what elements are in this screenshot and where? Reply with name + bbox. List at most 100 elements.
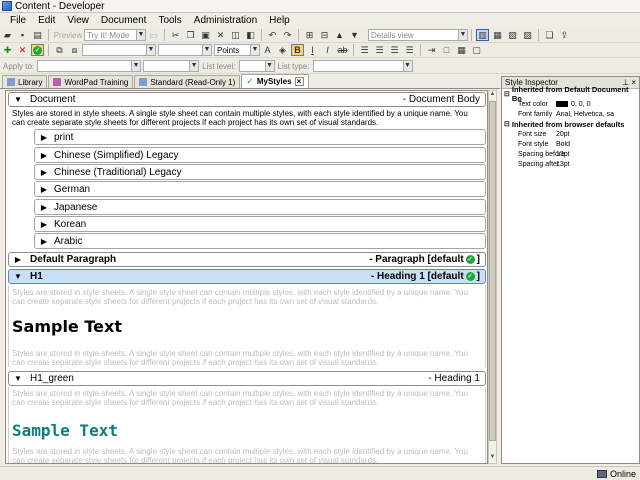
redo-icon[interactable]: ↷ xyxy=(281,29,294,41)
sub-style-name: Korean xyxy=(54,218,87,230)
menu-view[interactable]: View xyxy=(61,15,95,26)
list-level-select[interactable]: ▼ xyxy=(238,60,275,72)
undo-icon[interactable]: ↶ xyxy=(266,29,279,41)
chevron-down-icon: ▼ xyxy=(136,30,145,40)
style-description: Styles are stored in style sheets. A sin… xyxy=(12,109,468,127)
remove-icon[interactable]: ✕ xyxy=(16,44,29,56)
menu-document[interactable]: Document xyxy=(95,15,153,26)
justify-icon[interactable]: ☰ xyxy=(403,44,416,56)
sub-style-row[interactable]: ▶ Chinese (Traditional) Legacy xyxy=(34,164,486,180)
property-name: Text color xyxy=(518,100,548,108)
layout-details-icon[interactable]: ▥ xyxy=(476,29,489,41)
mode-select[interactable]: Try It! Mode ▼ xyxy=(84,29,146,41)
italic-icon[interactable]: I xyxy=(321,44,334,56)
vertical-scrollbar[interactable]: ▲ ▼ xyxy=(488,90,497,464)
chevron-down-icon: ▼ xyxy=(458,30,467,40)
menu-administration[interactable]: Administration xyxy=(188,15,263,26)
expand-arrow-icon[interactable]: ▶ xyxy=(38,203,50,212)
table-icon[interactable]: ▦ xyxy=(455,44,468,56)
units-select[interactable]: Points ▼ xyxy=(214,44,260,56)
collapse-arrow-icon[interactable]: ▼ xyxy=(12,272,24,281)
copy-icon[interactable]: ❐ xyxy=(184,29,197,41)
collapse-icon[interactable]: ⊟ xyxy=(504,120,510,128)
save-icon[interactable]: ▪ xyxy=(16,29,29,41)
replace-icon[interactable]: ◧ xyxy=(244,29,257,41)
sub-style-row[interactable]: ▶ Chinese (Simplified) Legacy xyxy=(34,147,486,163)
layout-list-icon[interactable]: ▦ xyxy=(491,29,504,41)
style-row-h1-green[interactable]: ▼ H1_green - Heading 1 xyxy=(8,371,486,386)
delete-icon[interactable]: ✕ xyxy=(214,29,227,41)
layout-grid-icon[interactable]: ▧ xyxy=(506,29,519,41)
text-color-icon[interactable]: A xyxy=(261,44,274,56)
collapse-arrow-icon[interactable]: ▼ xyxy=(12,95,24,104)
sub-style-row[interactable]: ▶ German xyxy=(34,181,486,197)
accept-icon[interactable]: ✓ xyxy=(31,44,44,56)
sub-style-row[interactable]: ▶ Korean xyxy=(34,216,486,232)
apply-secondary-select[interactable]: ▼ xyxy=(143,60,200,72)
move-down-icon[interactable]: ▼ xyxy=(348,29,361,41)
expand-icon[interactable]: ⊞ xyxy=(303,29,316,41)
frame-icon[interactable]: ▢ xyxy=(470,44,483,56)
tab-mystyles[interactable]: ✓ MyStyles × xyxy=(241,74,309,88)
collapse-icon[interactable]: ⊟ xyxy=(318,29,331,41)
add-icon[interactable]: ✚ xyxy=(1,44,14,56)
style-copy-icon[interactable]: ⧉ xyxy=(53,44,66,56)
inspector-row: Spacing before 13pt xyxy=(502,149,639,159)
menu-help[interactable]: Help xyxy=(263,15,296,26)
view-select[interactable]: Details view ▼ xyxy=(368,29,468,41)
tab-wordpad-training[interactable]: WordPad Training xyxy=(48,75,134,88)
list-type-select[interactable]: ▼ xyxy=(312,60,413,72)
color-swatch xyxy=(556,100,568,107)
document-icon[interactable]: ▭ xyxy=(147,29,160,41)
tab-standard[interactable]: Standard (Read-Only 1) xyxy=(134,75,241,88)
menu-tools[interactable]: Tools xyxy=(152,15,187,26)
expand-arrow-icon[interactable]: ▶ xyxy=(38,220,50,229)
close-icon[interactable]: × xyxy=(294,77,304,86)
expand-arrow-icon[interactable]: ▶ xyxy=(38,151,50,160)
cut-icon[interactable]: ✂ xyxy=(169,29,182,41)
print-icon[interactable]: ▤ xyxy=(31,29,44,41)
strikethrough-icon[interactable]: ab xyxy=(336,44,349,56)
tab-library[interactable]: Library xyxy=(2,75,48,88)
paste-icon[interactable]: ▣ xyxy=(199,29,212,41)
scroll-up-icon[interactable]: ▲ xyxy=(489,91,496,100)
scroll-thumb[interactable] xyxy=(489,101,496,441)
menu-file[interactable]: File xyxy=(4,15,32,26)
expand-arrow-icon[interactable]: ▶ xyxy=(12,255,24,264)
find-icon[interactable]: ◫ xyxy=(229,29,242,41)
style-row-h1[interactable]: ▼ H1 - Heading 1 [default ✓] xyxy=(8,269,486,284)
bold-icon[interactable]: B xyxy=(291,44,304,56)
align-right-icon[interactable]: ☰ xyxy=(388,44,401,56)
expand-arrow-icon[interactable]: ▶ xyxy=(38,237,50,246)
window-icon[interactable]: ❏ xyxy=(543,29,556,41)
align-center-icon[interactable]: ☰ xyxy=(373,44,386,56)
sub-style-row[interactable]: ▶ print xyxy=(34,129,486,145)
apply-to-select[interactable]: ▼ xyxy=(37,60,142,72)
style-kind-suffix: ] xyxy=(476,271,480,282)
menu-edit[interactable]: Edit xyxy=(32,15,61,26)
move-up-icon[interactable]: ▲ xyxy=(333,29,346,41)
collapse-arrow-icon[interactable]: ▼ xyxy=(12,374,24,383)
border-icon[interactable]: □ xyxy=(440,44,453,56)
sub-style-row[interactable]: ▶ Japanese xyxy=(34,199,486,215)
open-folder-icon[interactable]: ▰ xyxy=(1,29,14,41)
style-row-default-paragraph[interactable]: ▶ Default Paragraph - Paragraph [default… xyxy=(8,252,486,267)
align-left-icon[interactable]: ☰ xyxy=(358,44,371,56)
style-row-document[interactable]: ▼ Document - Document Body xyxy=(8,92,486,107)
collapse-icon[interactable]: ⊟ xyxy=(504,90,510,98)
font-size-select[interactable]: ▼ xyxy=(158,44,212,56)
indent-icon[interactable]: ⇥ xyxy=(425,44,438,56)
layout-tiles-icon[interactable]: ▨ xyxy=(521,29,534,41)
style-paste-icon[interactable]: ⧈ xyxy=(68,44,81,56)
expand-arrow-icon[interactable]: ▶ xyxy=(38,185,50,194)
network-icon xyxy=(596,469,607,478)
style-select[interactable]: ▼ xyxy=(82,44,156,56)
preview-button[interactable]: Preview xyxy=(53,29,83,41)
fill-color-icon[interactable]: ◈ xyxy=(276,44,289,56)
export-icon[interactable]: ⇪ xyxy=(558,29,571,41)
sub-style-row[interactable]: ▶ Arabic xyxy=(34,233,486,249)
expand-arrow-icon[interactable]: ▶ xyxy=(38,133,50,142)
underline-icon[interactable]: I xyxy=(306,44,319,56)
scroll-down-icon[interactable]: ▼ xyxy=(489,454,496,463)
expand-arrow-icon[interactable]: ▶ xyxy=(38,168,50,177)
